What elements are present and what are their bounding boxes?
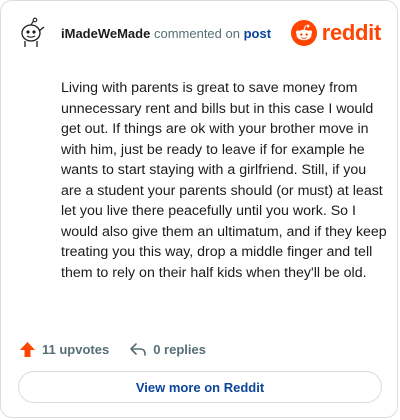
comment-meta: iMadeWeMade commented on post [61, 26, 271, 42]
reddit-comment-embed: iMadeWeMade commented on post reddit Liv… [0, 0, 398, 418]
reply-arrow-icon [130, 343, 147, 356]
comment-header: iMadeWeMade commented on post reddit [17, 17, 381, 51]
comment-body: Living with parents is great to save mon… [61, 80, 387, 281]
reply-button[interactable]: 0 replies [129, 341, 206, 357]
reddit-logo-icon [290, 20, 317, 46]
reply-count: 0 replies [153, 341, 206, 357]
upvote-count: 11 upvotes [42, 341, 110, 357]
reddit-wordmark: reddit [321, 20, 382, 45]
view-more-button[interactable]: View more on Reddit [18, 371, 382, 403]
commented-on-text: commented on [153, 26, 240, 41]
post-link[interactable]: post [244, 26, 271, 41]
upvote-button[interactable]: 11 upvotes [19, 341, 109, 358]
username-link[interactable]: iMadeWeMade [61, 26, 150, 41]
snoo-avatar-icon[interactable] [17, 17, 49, 49]
reddit-brand[interactable]: reddit [290, 19, 382, 47]
upvote-arrow-icon [20, 341, 35, 357]
comment-actions: 11 upvotes 0 replies [19, 339, 226, 359]
